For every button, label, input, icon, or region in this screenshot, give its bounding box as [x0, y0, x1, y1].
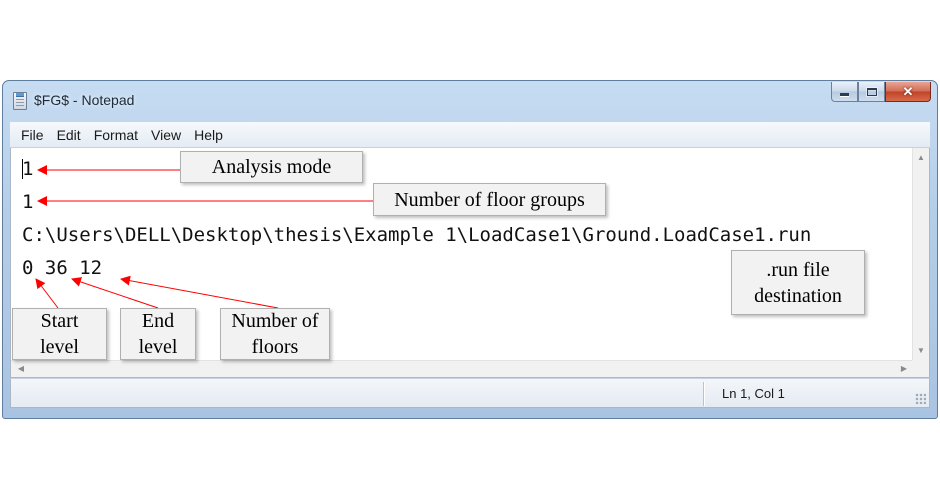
menu-view[interactable]: View [145, 127, 187, 143]
callout-analysis-mode-text: Analysis mode [211, 156, 332, 178]
menu-edit[interactable]: Edit [51, 127, 87, 143]
resize-grip-icon[interactable] [915, 393, 926, 404]
editor-line-1: 1 [22, 158, 34, 180]
callout-start-level: Start level [12, 308, 107, 360]
horizontal-scrollbar[interactable]: ◀ ▶ [11, 360, 914, 377]
callout-floor-groups: Number of floor groups [373, 183, 606, 216]
editor-line-2: 1 [22, 191, 34, 213]
minimize-icon [840, 93, 849, 96]
window-title: $FG$ - Notepad [34, 92, 135, 108]
menu-bar: File Edit Format View Help [10, 122, 930, 148]
close-button[interactable]: ✕ [885, 82, 931, 102]
maximize-icon [866, 87, 877, 96]
menu-file[interactable]: File [15, 127, 50, 143]
callout-end-level: End level [120, 308, 196, 360]
cursor-position: Ln 1, Col 1 [722, 386, 785, 401]
menu-help[interactable]: Help [188, 127, 229, 143]
caption-buttons: ✕ [831, 82, 931, 104]
callout-floor-groups-text: Number of floor groups [394, 188, 585, 211]
callout-run-file: .run file destination [731, 250, 865, 315]
title-bar[interactable]: $FG$ - Notepad ✕ [3, 81, 937, 121]
scroll-left-icon[interactable]: ◀ [13, 361, 29, 377]
text-caret [22, 159, 23, 179]
scrollbar-corner [912, 360, 929, 377]
maximize-button[interactable] [858, 82, 885, 102]
status-bar: Ln 1, Col 1 [10, 378, 930, 408]
scroll-up-icon[interactable]: ▲ [913, 150, 929, 166]
editor-line-4: 0 36 12 [22, 257, 103, 279]
callout-run-file-text: .run file destination [754, 258, 842, 307]
minimize-button[interactable] [831, 82, 858, 102]
editor-line-3: C:\Users\DELL\Desktop\thesis\Example 1\L… [22, 224, 812, 246]
callout-num-floors: Number of floors [220, 308, 330, 360]
callout-end-level-text: End level [138, 310, 178, 358]
scroll-right-icon[interactable]: ▶ [896, 361, 912, 377]
status-divider [703, 382, 704, 406]
callout-num-floors-text: Number of floors [231, 310, 319, 358]
callout-start-level-text: Start level [40, 310, 79, 358]
vertical-scrollbar[interactable]: ▲ ▼ [912, 148, 929, 361]
scroll-down-icon[interactable]: ▼ [913, 343, 929, 359]
close-icon: ✕ [902, 84, 914, 99]
callout-analysis-mode: Analysis mode [180, 151, 363, 183]
menu-format[interactable]: Format [88, 127, 144, 143]
notepad-icon[interactable] [13, 92, 27, 110]
